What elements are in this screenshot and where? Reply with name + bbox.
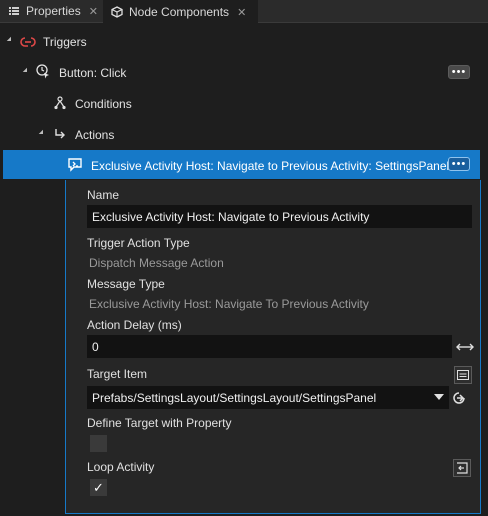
define-target-checkbox[interactable] — [90, 435, 107, 452]
loop-activity-binding-button[interactable] — [453, 459, 471, 477]
tree-item-actions[interactable]: Actions — [75, 128, 114, 142]
selected-action-more-button[interactable]: ••• — [448, 157, 470, 171]
actions-icon — [55, 129, 65, 139]
triggers-icon — [20, 37, 36, 47]
tree-item-button-click[interactable]: Button: Click — [59, 66, 126, 80]
tab-node-components[interactable]: Node Components ✕ — [103, 0, 258, 23]
actions-expand-arrow-icon[interactable] — [38, 129, 48, 139]
loop-activity-label: Loop Activity — [87, 460, 155, 474]
target-item-value: Prefabs/SettingsLayout/SettingsLayout/Se… — [92, 390, 377, 405]
name-label: Name — [87, 188, 120, 202]
drag-value-icon[interactable] — [456, 342, 474, 352]
list-icon — [9, 7, 19, 15]
tab-properties-label: Properties — [26, 4, 81, 18]
trigger-action-type-label: Trigger Action Type — [87, 236, 190, 250]
loop-activity-checkbox[interactable]: ✓ — [90, 479, 107, 496]
action-delay-label: Action Delay (ms) — [87, 318, 182, 332]
action-delay-field[interactable]: 0 — [87, 335, 452, 358]
checkmark-icon: ✓ — [93, 479, 104, 495]
go-to-target-icon[interactable] — [451, 390, 467, 406]
triggers-expand-arrow-icon[interactable] — [6, 36, 16, 46]
chevron-down-icon[interactable] — [434, 394, 444, 400]
button-click-icon — [36, 64, 49, 79]
target-item-label: Target Item — [87, 367, 148, 381]
tab-properties[interactable]: Properties ✕ — [0, 0, 103, 22]
bind-property-icon — [457, 462, 468, 474]
define-target-label: Define Target with Property — [87, 416, 232, 430]
components-icon — [111, 6, 123, 18]
tab-node-components-label: Node Components — [129, 5, 230, 19]
tab-node-components-close-icon[interactable]: ✕ — [237, 6, 246, 19]
tab-properties-close-icon[interactable]: ✕ — [89, 5, 98, 18]
target-item-picker-button[interactable] — [454, 366, 472, 384]
target-item-select[interactable]: Prefabs/SettingsLayout/SettingsLayout/Se… — [87, 386, 449, 409]
name-field[interactable]: Exclusive Activity Host: Navigate to Pre… — [87, 205, 472, 228]
conditions-icon — [54, 96, 66, 110]
tree-item-conditions[interactable]: Conditions — [75, 97, 132, 111]
message-type-label: Message Type — [87, 277, 165, 291]
tree-item-selected-action[interactable]: Exclusive Activity Host: Navigate to Pre… — [91, 159, 449, 173]
picker-icon — [457, 370, 469, 380]
button-click-expand-arrow-icon[interactable] — [22, 67, 32, 77]
message-action-icon — [68, 158, 82, 172]
tab-bar: Properties ✕ Node Components ✕ — [0, 0, 488, 23]
message-type-value: Exclusive Activity Host: Navigate To Pre… — [89, 297, 369, 311]
button-click-more-button[interactable]: ••• — [448, 65, 470, 79]
trigger-action-type-value: Dispatch Message Action — [89, 256, 224, 270]
tree-item-triggers[interactable]: Triggers — [43, 35, 87, 49]
